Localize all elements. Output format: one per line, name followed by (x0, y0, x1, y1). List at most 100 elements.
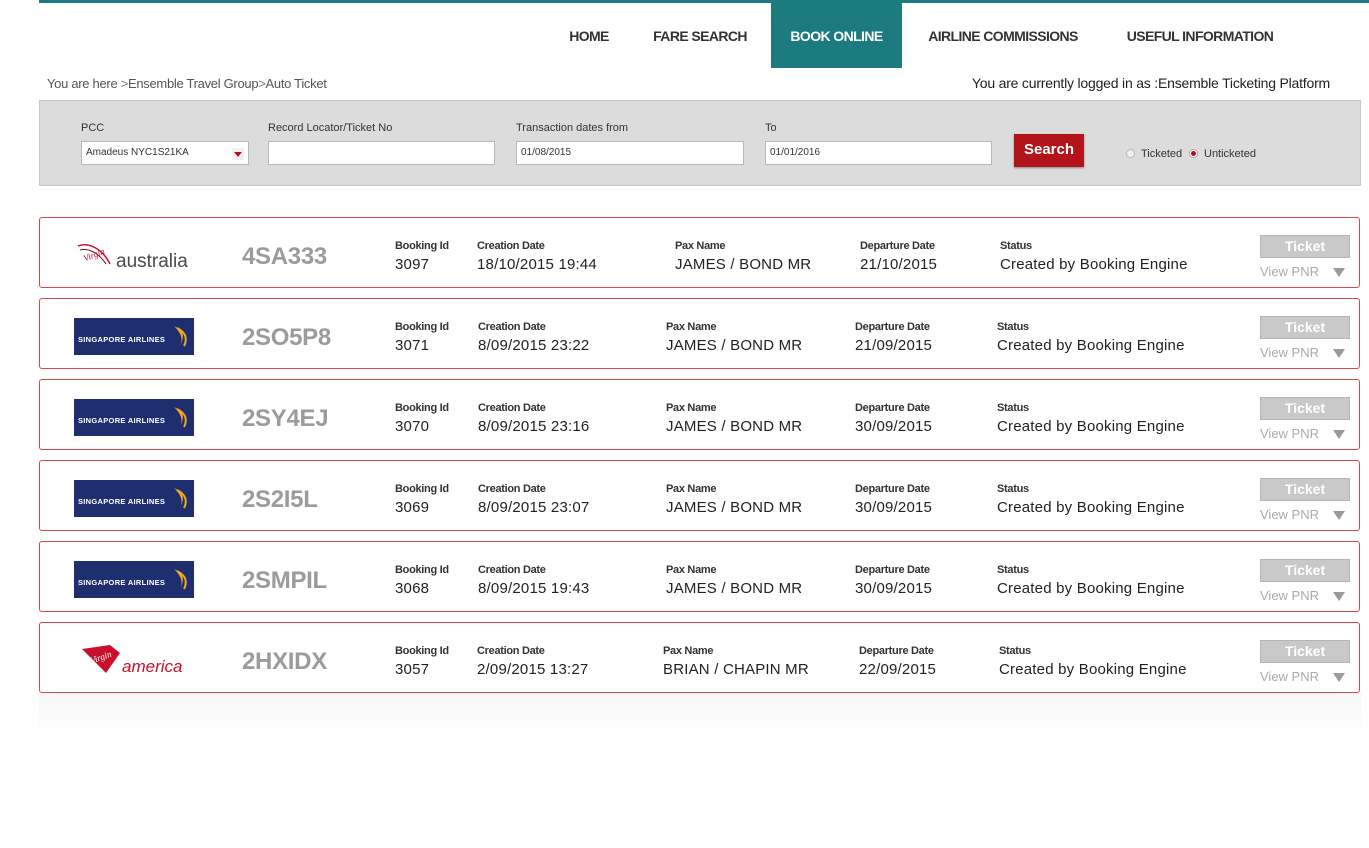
expand-arrow-icon[interactable] (1333, 349, 1345, 358)
expand-arrow-icon[interactable] (1333, 511, 1345, 520)
ticket-button[interactable]: Ticket (1260, 559, 1350, 582)
booking-id-label: Booking Id (395, 402, 449, 414)
expand-arrow-icon[interactable] (1333, 268, 1345, 277)
radio-ticketed[interactable] (1126, 149, 1135, 158)
breadcrumb-item-auto-ticket: Auto Ticket (265, 76, 327, 91)
singapore-airlines-logo: SINGAPORE AIRLINES (74, 318, 194, 355)
bird-icon (174, 569, 187, 590)
booking-id-label: Booking Id (395, 240, 449, 252)
departure-date-label: Departure Date (855, 321, 930, 333)
status-label: Status (997, 321, 1029, 333)
record-locator[interactable]: 4SA333 (242, 243, 327, 271)
view-pnr-link[interactable]: View PNR (1260, 669, 1319, 684)
radio-unticketed[interactable] (1189, 149, 1198, 158)
creation-date-value: 8/09/2015 23:22 (478, 337, 590, 354)
logo-text: SINGAPORE AIRLINES (78, 416, 166, 425)
pcc-value: Amadeus NYC1S21KA (86, 147, 189, 158)
logo-text: SINGAPORE AIRLINES (78, 497, 166, 506)
view-pnr-link[interactable]: View PNR (1260, 426, 1319, 441)
bird-icon (174, 488, 187, 509)
departure-date-label: Departure Date (859, 645, 934, 657)
creation-date-value: 8/09/2015 23:16 (478, 418, 590, 435)
record-locator[interactable]: 2SMPIL (242, 567, 327, 595)
expand-arrow-icon[interactable] (1333, 430, 1345, 439)
departure-date-value: 30/09/2015 (855, 580, 933, 597)
view-pnr-link[interactable]: View PNR (1260, 345, 1319, 360)
creation-date-label: Creation Date (477, 240, 545, 252)
record-locator[interactable]: 2HXIDX (242, 648, 327, 676)
ticket-button[interactable]: Ticket (1260, 235, 1350, 258)
breadcrumb-item-ensemble[interactable]: Ensemble Travel Group (128, 76, 259, 91)
booking-id-value: 3071 (395, 337, 430, 354)
radio-ticketed-label: Ticketed (1141, 148, 1183, 160)
from-date-label: Transaction dates from (516, 122, 629, 134)
pax-name-label: Pax Name (675, 240, 726, 252)
booking-id-label: Booking Id (395, 645, 449, 657)
ticket-button[interactable]: Ticket (1260, 397, 1350, 420)
radio-unticketed-label: Unticketed (1204, 148, 1256, 160)
breadcrumb-prefix: You are here (47, 76, 118, 91)
booking-id-value: 3068 (395, 580, 430, 597)
departure-date-value: 30/09/2015 (855, 499, 933, 516)
booking-id-value: 3057 (395, 661, 430, 678)
chevron-down-icon[interactable] (232, 148, 244, 160)
booking-id-label: Booking Id (395, 483, 449, 495)
record-locator[interactable]: 2SO5P8 (242, 324, 331, 352)
nav-book-online[interactable]: BOOK ONLINE (771, 3, 902, 68)
departure-date-value: 21/09/2015 (855, 337, 933, 354)
search-panel: PCC Amadeus NYC1S21KA Record Locator/Tic… (39, 100, 1361, 186)
nav-useful-information[interactable]: USEFUL INFORMATION (1110, 3, 1290, 68)
singapore-airlines-logo: SINGAPORE AIRLINES (74, 480, 194, 517)
record-locator[interactable]: 2S2I5L (242, 486, 318, 514)
view-pnr-link[interactable]: View PNR (1260, 264, 1319, 279)
logo-text: SINGAPORE AIRLINES (78, 335, 166, 344)
status-value: Created by Booking Engine (997, 499, 1185, 516)
pcc-select[interactable]: Amadeus NYC1S21KA (81, 141, 249, 165)
expand-arrow-icon[interactable] (1333, 592, 1345, 601)
pax-name-value: JAMES / BOND MR (666, 499, 803, 516)
expand-arrow-icon[interactable] (1333, 673, 1345, 682)
departure-date-value: 30/09/2015 (855, 418, 933, 435)
status-value: Created by Booking Engine (997, 418, 1185, 435)
bird-icon (174, 407, 187, 428)
status-value: Created by Booking Engine (997, 337, 1185, 354)
creation-date-value: 18/10/2015 19:44 (477, 256, 597, 273)
ticket-button[interactable]: Ticket (1260, 640, 1350, 663)
pax-name-value: JAMES / BOND MR (675, 256, 812, 273)
booking-id-label: Booking Id (395, 564, 449, 576)
ticket-button[interactable]: Ticket (1260, 478, 1350, 501)
creation-date-label: Creation Date (477, 645, 545, 657)
creation-date-value: 8/09/2015 23:07 (478, 499, 590, 516)
departure-date-value: 21/10/2015 (860, 256, 938, 273)
booking-id-value: 3070 (395, 418, 430, 435)
status-label: Status (1000, 240, 1032, 252)
pax-name-label: Pax Name (666, 564, 717, 576)
nav-home[interactable]: HOME (554, 3, 624, 68)
booking-row: SINGAPORE AIRLINES 2SO5P8 Booking Id 307… (39, 298, 1360, 369)
creation-date-label: Creation Date (478, 321, 546, 333)
logo-word: america (122, 657, 182, 676)
logo-word: australia (116, 251, 188, 270)
singapore-airlines-logo: SINGAPORE AIRLINES (74, 399, 194, 436)
search-button[interactable]: Search (1014, 134, 1084, 167)
record-locator[interactable]: 2SY4EJ (242, 405, 329, 433)
view-pnr-link[interactable]: View PNR (1260, 588, 1319, 603)
booking-row: SINGAPORE AIRLINES 2SY4EJ Booking Id 307… (39, 379, 1360, 450)
creation-date-label: Creation Date (478, 402, 546, 414)
virgin-australia-logo-svg: Virgin australia (77, 244, 188, 272)
view-pnr-link[interactable]: View PNR (1260, 507, 1319, 522)
status-label: Status (997, 483, 1029, 495)
main-nav: HOME FARE SEARCH BOOK ONLINE AIRLINE COM… (0, 3, 1369, 68)
from-date-input[interactable]: 01/08/2015 (516, 141, 744, 165)
status-value: Created by Booking Engine (997, 580, 1185, 597)
virgin-script: Virgin (82, 246, 107, 264)
locator-input[interactable] (268, 141, 495, 165)
to-date-input[interactable]: 01/01/2016 (765, 141, 992, 165)
booking-row: Virgin america 2HXIDX Booking Id 3057 Cr… (39, 622, 1360, 693)
departure-date-label: Departure Date (855, 402, 930, 414)
status-label: Status (997, 564, 1029, 576)
nav-fare-search[interactable]: FARE SEARCH (640, 3, 760, 68)
ticket-button[interactable]: Ticket (1260, 316, 1350, 339)
singapore-airlines-logo: SINGAPORE AIRLINES (74, 561, 194, 598)
nav-airline-commissions[interactable]: AIRLINE COMMISSIONS (914, 3, 1092, 68)
